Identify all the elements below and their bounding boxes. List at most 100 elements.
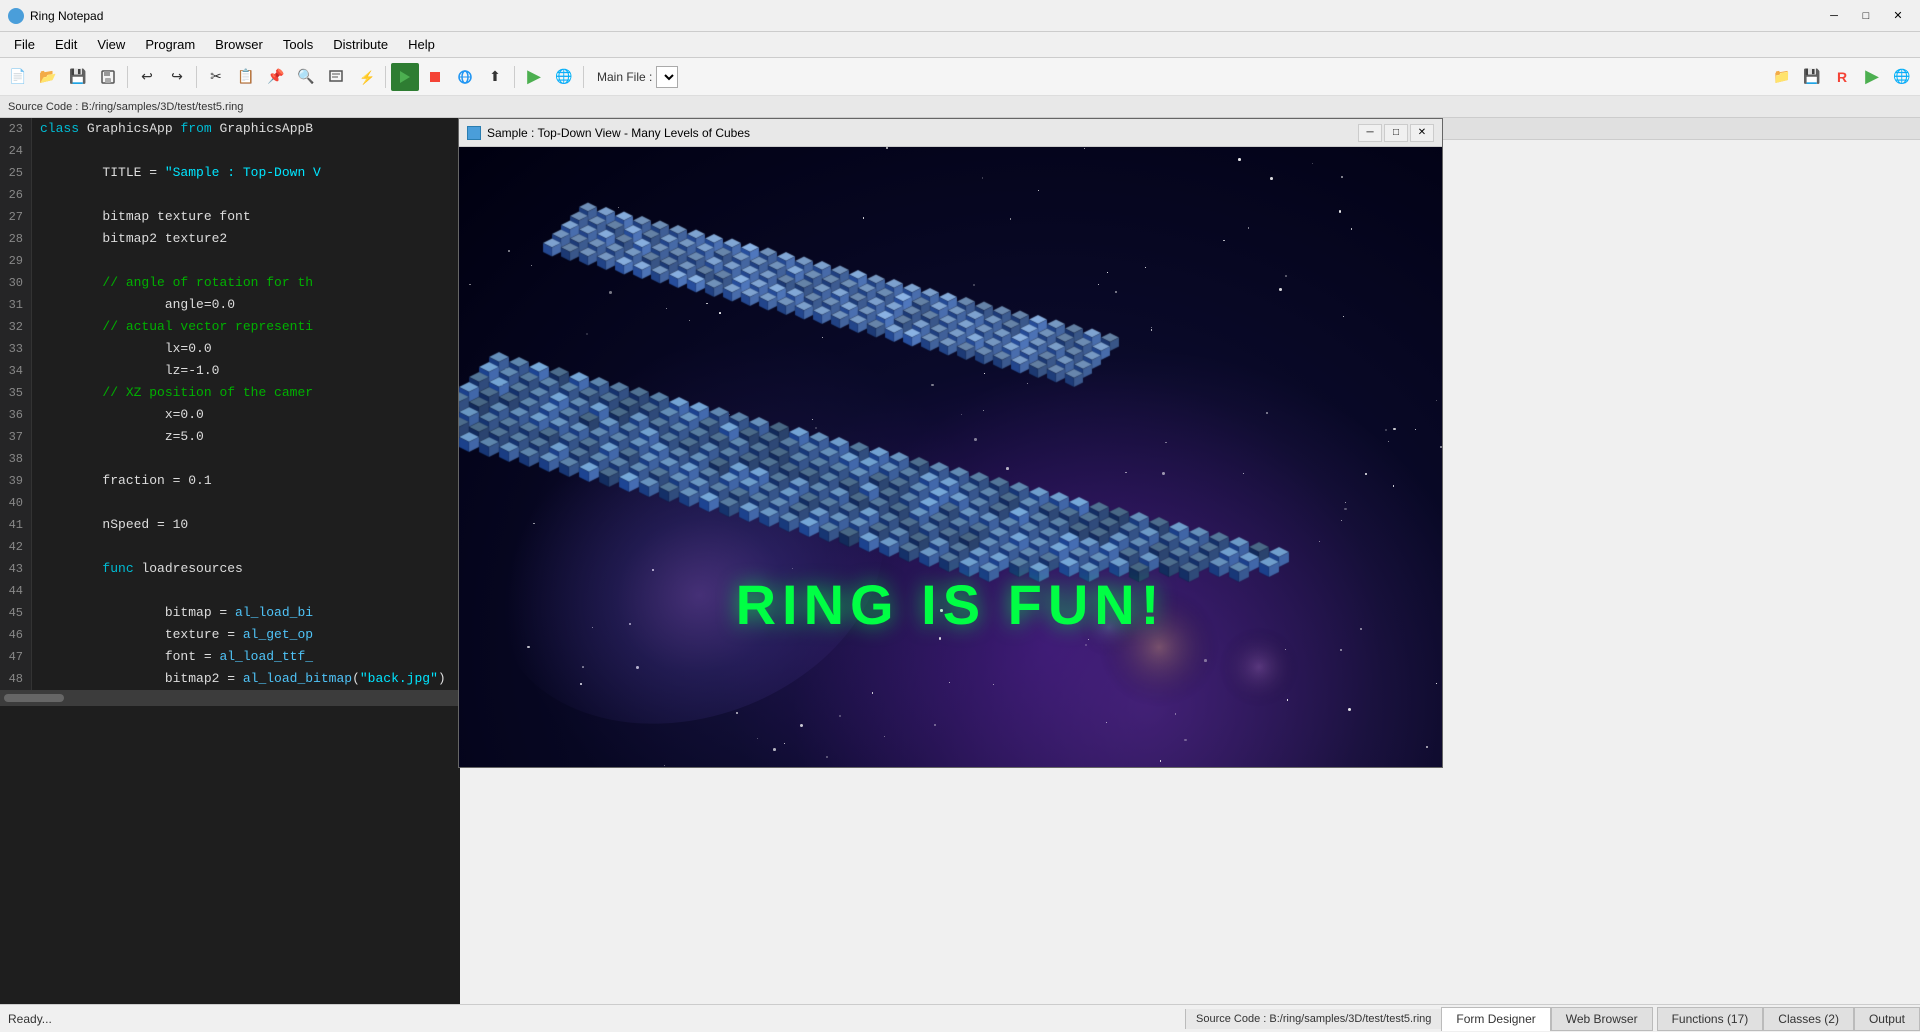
code-line-23: 23 class GraphicsApp from GraphicsAppB [0,118,460,140]
svg-text:⚡: ⚡ [359,70,374,85]
web-right-button[interactable]: 🌐 [1888,63,1916,91]
output-panel-tab[interactable]: Output [1854,1007,1920,1031]
code-line-31: 31 angle=0.0 [0,294,460,316]
functions-panel-tab[interactable]: Functions (17) [1657,1007,1764,1031]
paste-button[interactable]: 📌 [262,63,290,91]
source-path-bar: Source Code : B:/ring/samples/3D/test/te… [0,96,1920,118]
ready-text: Ready... [0,1012,1185,1026]
toolbar-separator-1 [127,66,128,88]
undo-button[interactable]: ↩ [133,63,161,91]
sample-min-button[interactable]: ─ [1358,124,1382,142]
sample-close-button[interactable]: ✕ [1410,124,1434,142]
stop-button[interactable] [421,63,449,91]
code-line-39: 39 fraction = 0.1 [0,470,460,492]
sample-titlebar: Sample : Top-Down View - Many Levels of … [459,119,1442,147]
toolbar: 📄 📂 💾 ↩ ↪ ✂ 📋 📌 🔍 ⚡ ⬆ ▶ 🌐 Main File : 📁 … [0,58,1920,96]
open-file-button[interactable]: 📂 [34,63,62,91]
code-line-45: 45 bitmap = al_load_bi [0,602,460,624]
code-line-47: 47 font = al_load_ttf_ [0,646,460,668]
toolbar-separator-2 [196,66,197,88]
cube-canvas [459,147,1442,767]
toolbar-separator-4 [514,66,515,88]
redo-button[interactable]: ↪ [163,63,191,91]
code-line-43: 43 func loadresources [0,558,460,580]
cut-button[interactable]: ✂ [202,63,230,91]
code-line-28: 28 bitmap2 texture2 [0,228,460,250]
code-lines: 23 class GraphicsApp from GraphicsAppB 2… [0,118,460,690]
save-as-button[interactable] [94,63,122,91]
find-button[interactable]: 🔍 [292,63,320,91]
menu-browser[interactable]: Browser [205,32,273,57]
statusbar: Ready... Source Code : B:/ring/samples/3… [0,1004,1920,1032]
close-button[interactable]: ✕ [1884,6,1912,26]
main-file-dropdown[interactable] [656,66,678,88]
code-line-25: 25 TITLE = "Sample : Top-Down V [0,162,460,184]
folder-button-right[interactable]: 📁 [1768,63,1796,91]
main-file-selector: Main File : [597,66,678,88]
upload-button[interactable]: ⬆ [481,63,509,91]
menu-tools[interactable]: Tools [273,32,323,57]
menu-help[interactable]: Help [398,32,445,57]
code-line-48: 48 bitmap2 = al_load_bitmap("back.jpg") [0,668,460,690]
code-line-32: 32 // actual vector representi [0,316,460,338]
editor-scrollbar[interactable] [0,690,460,706]
globe-button[interactable]: 🌐 [550,63,578,91]
replace-button[interactable]: ⚡ [352,63,380,91]
code-line-34: 34 lz=-1.0 [0,360,460,382]
code-editor[interactable]: 23 class GraphicsApp from GraphicsAppB 2… [0,118,460,1004]
sample-max-button[interactable]: □ [1384,124,1408,142]
statusbar-source: Source Code : B:/ring/samples/3D/test/te… [1185,1009,1441,1029]
form-designer-tab[interactable]: Form Designer [1441,1007,1550,1031]
sample-window-icon [467,126,481,140]
code-line-29: 29 [0,250,460,272]
code-line-37: 37 z=5.0 [0,426,460,448]
run-button[interactable] [391,63,419,91]
menu-file[interactable]: File [4,32,45,57]
save-file-button[interactable]: 💾 [64,63,92,91]
menu-view[interactable]: View [87,32,135,57]
status-panels: Functions (17) Classes (2) Output [1657,1007,1920,1031]
ring-button[interactable]: R [1828,63,1856,91]
code-line-41: 41 nSpeed = 10 [0,514,460,536]
scroll-thumb[interactable] [4,694,64,702]
sample-canvas: RING IS FUN! [459,147,1442,767]
copy-button[interactable]: 📋 [232,63,260,91]
toolbar-separator-5 [583,66,584,88]
sample-window[interactable]: Sample : Top-Down View - Many Levels of … [458,118,1443,768]
minimize-button[interactable]: ─ [1820,6,1848,26]
code-line-33: 33 lx=0.0 [0,338,460,360]
code-line-24: 24 [0,140,460,162]
web-button[interactable] [451,63,479,91]
ring-fun-text: RING IS FUN! [736,572,1166,637]
status-tabs: Form Designer Web Browser [1441,1007,1652,1031]
app-title: Ring Notepad [30,9,1820,23]
app-icon [8,8,24,24]
classes-panel-tab[interactable]: Classes (2) [1763,1007,1854,1031]
code-line-46: 46 texture = al_get_op [0,624,460,646]
code-line-26: 26 [0,184,460,206]
comment-button[interactable] [322,63,350,91]
toolbar-separator-3 [385,66,386,88]
menu-edit[interactable]: Edit [45,32,87,57]
code-line-38: 38 [0,448,460,470]
main-file-label: Main File : [597,70,652,84]
main-content: 23 class GraphicsApp from GraphicsAppB 2… [0,118,1920,1004]
web-browser-tab[interactable]: Web Browser [1551,1007,1653,1031]
menu-program[interactable]: Program [135,32,205,57]
sample-window-title: Sample : Top-Down View - Many Levels of … [487,126,1358,140]
menu-distribute[interactable]: Distribute [323,32,398,57]
source-path-text: Source Code : B:/ring/samples/3D/test/te… [8,101,243,113]
sample-window-controls: ─ □ ✕ [1358,124,1434,142]
new-file-button[interactable]: 📄 [4,63,32,91]
play-right-button[interactable]: ▶ [1858,63,1886,91]
code-line-35: 35 // XZ position of the camer [0,382,460,404]
play-button[interactable]: ▶ [520,63,548,91]
code-line-42: 42 [0,536,460,558]
code-line-44: 44 [0,580,460,602]
maximize-button[interactable]: □ [1852,6,1880,26]
titlebar: Ring Notepad ─ □ ✕ [0,0,1920,32]
save-right-button[interactable]: 💾 [1798,63,1826,91]
code-line-40: 40 [0,492,460,514]
code-line-30: 30 // angle of rotation for th [0,272,460,294]
window-controls: ─ □ ✕ [1820,6,1912,26]
